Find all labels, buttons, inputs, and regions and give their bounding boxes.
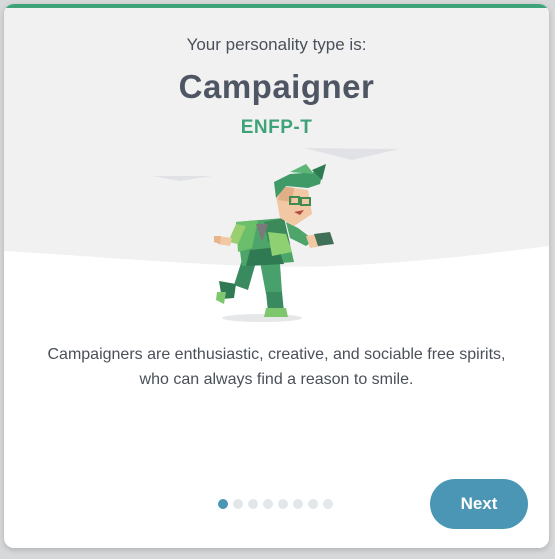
pagination-dot[interactable]: [233, 499, 243, 509]
pagination-dot[interactable]: [278, 499, 288, 509]
personality-type-code: ENFP-T: [240, 117, 313, 138]
next-button[interactable]: Next: [430, 479, 528, 529]
pagination-dot[interactable]: [248, 499, 258, 509]
campaigner-character-icon: [214, 164, 334, 322]
personality-type-name: Campaigner: [178, 68, 375, 105]
pagination-dot[interactable]: [308, 499, 318, 509]
personality-description: Campaigners are enthusiastic, creative, …: [47, 346, 506, 388]
pagination-dots: [218, 499, 333, 509]
result-card: Your personality type is: Campaigner ENF…: [4, 4, 549, 548]
intro-text: Your personality type is:: [186, 35, 367, 54]
pagination-dot-active[interactable]: [218, 499, 228, 509]
pagination-dot[interactable]: [293, 499, 303, 509]
pagination-dot[interactable]: [263, 499, 273, 509]
pagination-dot[interactable]: [323, 499, 333, 509]
